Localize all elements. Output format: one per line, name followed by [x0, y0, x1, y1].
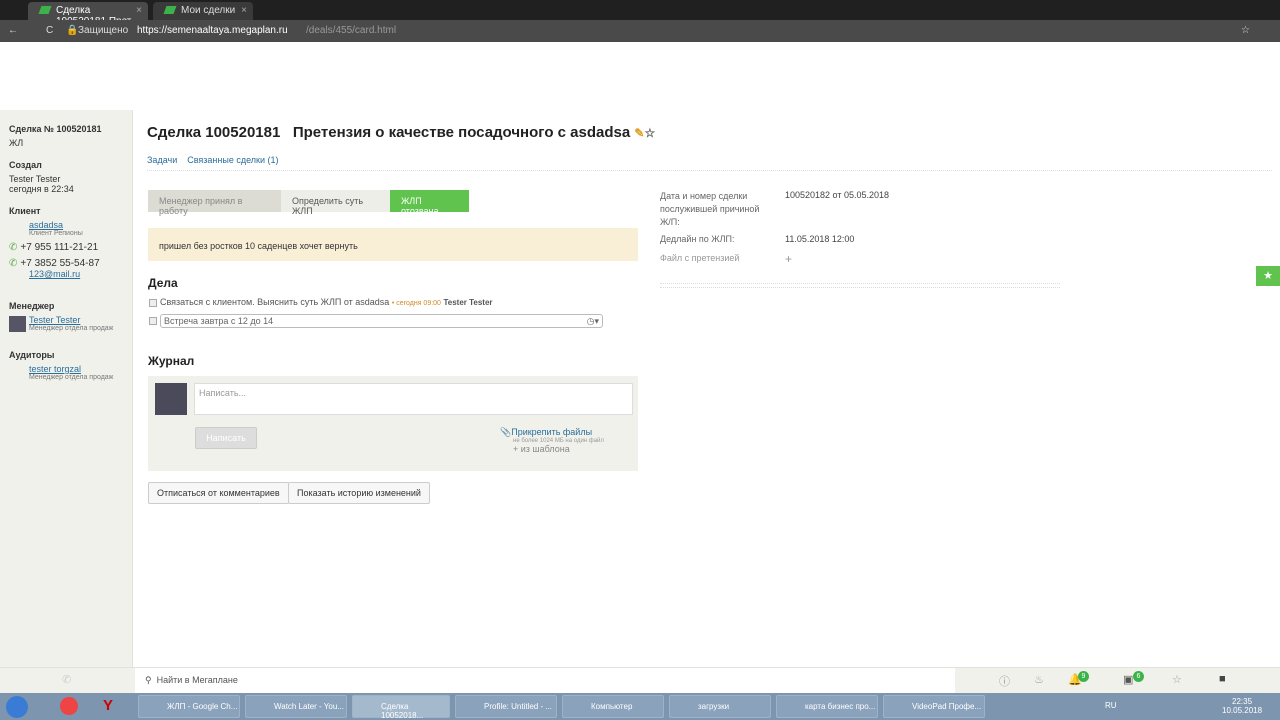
url-host: https://semenaaltaya.megaplan.ru [137, 25, 288, 36]
field-label: Файл с претензией [660, 253, 740, 263]
avatar [9, 316, 26, 332]
tasks-heading: Дела [148, 276, 178, 290]
taskbar-item[interactable]: ЖЛП - Google Ch... [138, 695, 240, 718]
close-icon[interactable]: × [241, 5, 247, 16]
attach-files-link[interactable]: Прикрепить файлы [511, 427, 592, 437]
stage-1[interactable]: Менеджер принял в работу [148, 190, 281, 216]
close-icon[interactable]: × [136, 5, 142, 16]
journal-heading: Журнал [148, 354, 195, 368]
link-related-deals[interactable]: Связанные сделки (1) [187, 155, 278, 165]
clock[interactable]: 22:35 10.05.2018 [1222, 697, 1262, 715]
taskbar-item[interactable]: загрузки [669, 695, 771, 718]
deal-main: Сделка 100520181 Претензия о качестве по… [147, 110, 1272, 504]
phone-icon: ✆ [9, 258, 18, 269]
taskbar-item[interactable]: карта бизнес про... [776, 695, 878, 718]
back-icon[interactable]: ← [8, 25, 18, 36]
favorite-side-icon[interactable]: ★ [1256, 266, 1280, 286]
taskbar-item[interactable]: Watch Later - You... [245, 695, 347, 718]
task-1[interactable]: Связаться с клиентом. Выяснить суть ЖЛП … [160, 297, 389, 307]
deal-number: Сделка № 100520181 [9, 124, 102, 134]
link-tasks[interactable]: Задачи [147, 155, 177, 165]
created-time: сегодня в 22:34 [9, 184, 74, 194]
history-button[interactable]: Показать историю изменений [288, 482, 430, 504]
creator: Tester Tester [9, 174, 61, 184]
reload-icon[interactable]: C [46, 25, 53, 36]
notif-badge: 9 [1078, 671, 1089, 682]
search-input[interactable]: ⚲ Найти в Мегаплане [135, 668, 955, 693]
fire-icon[interactable]: ♨ [1034, 673, 1044, 686]
manager-link[interactable]: Tester Tester [29, 315, 80, 325]
auditor-link[interactable]: tester torgzal [29, 364, 81, 374]
stage-3[interactable]: ЖЛП отозвана. [390, 190, 469, 216]
lock-icon: 🔒 [66, 25, 79, 36]
star-icon[interactable]: ☆ [1172, 673, 1182, 686]
comment-input[interactable]: Написать... [194, 383, 633, 415]
feedback-icon[interactable]: ■ [1219, 673, 1226, 685]
phone-icon[interactable]: ✆ [62, 673, 71, 686]
client-link[interactable]: asdadsa [29, 220, 63, 230]
new-task-input[interactable]: Встреча завтра с 12 до 14 ◷▾ [160, 314, 603, 328]
language-indicator[interactable]: RU [1105, 701, 1117, 710]
auditors-label: Аудиторы [9, 350, 55, 360]
task-checkbox[interactable] [149, 298, 157, 307]
created-label: Создал [9, 160, 42, 170]
taskbar-item[interactable]: Компьютер [562, 695, 664, 718]
msg-badge: 6 [1133, 671, 1144, 682]
megaplan-icon [38, 6, 52, 14]
yandex-icon[interactable]: Y [103, 697, 113, 714]
field-label: Дата и номер сделки послужившей причиной… [660, 191, 760, 227]
client-sub: Клиент Репионы [29, 230, 83, 237]
field-label: Дедлайн по ЖЛП: [660, 234, 735, 244]
edit-icon[interactable]: ✎ [634, 126, 644, 140]
deal-type: ЖЛ [9, 138, 24, 148]
megaplan-icon [163, 6, 177, 14]
phone-1[interactable]: ✆ +7 955 111-21-21 [9, 242, 123, 253]
journal-box: Написать... Написать 📎Прикрепить файлы н… [148, 376, 638, 471]
client-label: Клиент [9, 206, 41, 216]
tab-deal[interactable]: Сделка 100520181 Прет× [28, 2, 148, 27]
taskbar-item[interactable]: Сделка 10052018... [352, 695, 450, 720]
paperclip-icon: 📎 [500, 427, 512, 437]
megaplan-bottom-bar: ✆ ⚲ Найти в Мегаплане ⓘ ♨ 🔔 9 ▣ 6 ☆ ■ [0, 667, 1280, 693]
write-button[interactable]: Написать [195, 427, 257, 449]
phone-2[interactable]: ✆ +7 3852 55-54-87 [9, 258, 123, 269]
start-button[interactable] [6, 696, 28, 718]
clock-icon[interactable]: ◷▾ [587, 316, 599, 327]
manager-sub: Менеджер отдела продаж [29, 325, 114, 332]
from-template-link[interactable]: + из шаблона [513, 444, 604, 454]
email-link[interactable]: 123@mail.ru [29, 269, 80, 279]
avatar [155, 383, 187, 415]
phone-icon: ✆ [9, 242, 18, 253]
search-icon: ⚲ [145, 675, 152, 685]
auditor-sub: Менеджер отдела продаж [29, 374, 114, 381]
url-path: /deals/455/card.html [306, 25, 397, 36]
taskbar-item[interactable]: Profile: Untitled - ... [455, 695, 557, 718]
browser-tabbar: Сделка 100520181 Прет× Мои сделки× [0, 0, 1280, 27]
chat-icon[interactable]: ▣ [1123, 673, 1133, 686]
secure-label: Защищено [78, 25, 129, 36]
deal-note: пришел без ростков 10 саденцев хочет вер… [148, 228, 638, 261]
windows-taskbar: Y ЖЛП - Google Ch... Watch Later - You..… [0, 693, 1280, 720]
alert-icon[interactable]: ⓘ [999, 673, 1010, 689]
manager-label: Менеджер [9, 301, 55, 311]
task-checkbox [149, 317, 157, 325]
add-file-button[interactable]: + [785, 252, 792, 266]
star-icon[interactable]: ☆ [644, 126, 655, 140]
stage-bar: Менеджер принял в работу Определить суть… [148, 190, 469, 216]
field-value: 100520182 от 05.05.2018 [785, 190, 890, 200]
unsubscribe-button[interactable]: Отписаться от комментариев [148, 482, 289, 504]
deal-sidebar: Сделка № 100520181 ЖЛ Создал Tester Test… [0, 110, 133, 667]
page-title: Сделка 100520181 Претензия о качестве по… [147, 124, 631, 141]
task-time: • сегодня 09:00 [391, 300, 441, 307]
stage-2[interactable]: Определить суть ЖЛП [281, 190, 390, 216]
address-bar[interactable]: ← C 🔒 Защищено https://semenaaltaya.mega… [0, 20, 1280, 42]
taskbar-item[interactable]: VideoPad Профе... [883, 695, 985, 718]
field-value: 11.05.2018 12:00 [785, 234, 855, 244]
star-icon[interactable]: ☆ [1241, 25, 1250, 36]
chrome-icon[interactable] [60, 697, 78, 715]
tab-my-deals[interactable]: Мои сделки × [153, 2, 253, 20]
task-user: Tester Tester [443, 298, 493, 307]
